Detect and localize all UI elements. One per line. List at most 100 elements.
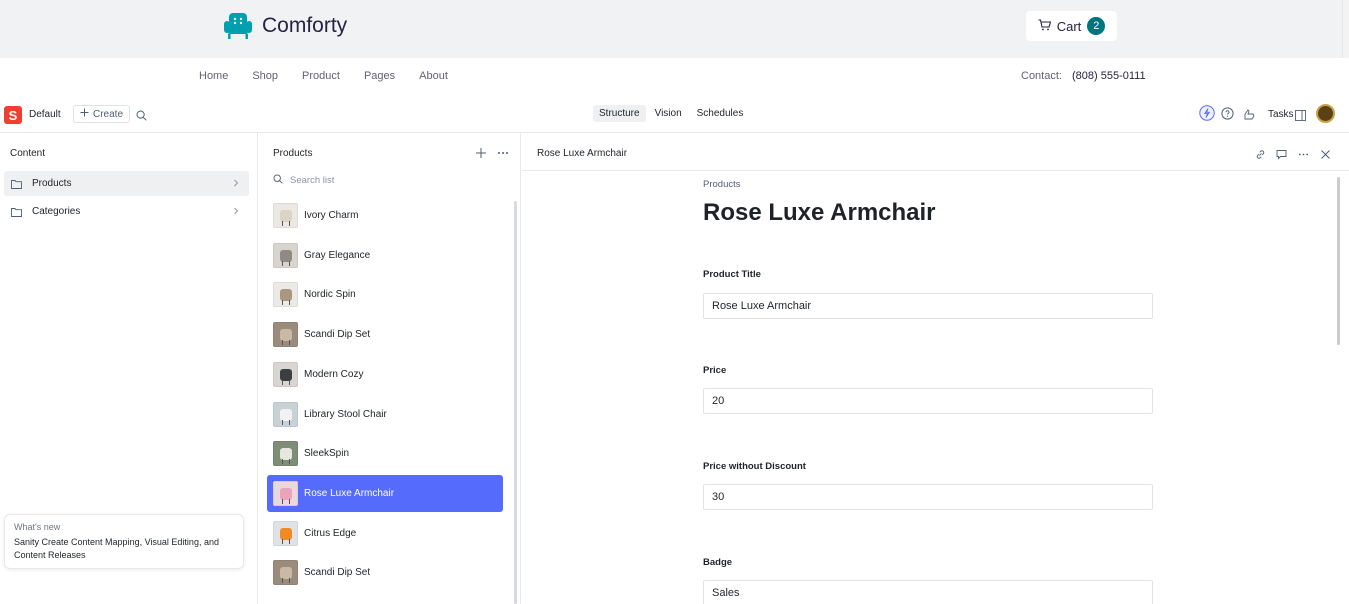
studio-toolbar: S Default Create Structure Vision Schedu… xyxy=(0,96,1349,133)
storefront-topbar: Comforty Cart 2 xyxy=(0,0,1349,58)
hands-icon[interactable] xyxy=(1243,107,1256,125)
cart-icon xyxy=(1038,18,1051,34)
product-thumbnail xyxy=(273,521,298,546)
help-icon[interactable] xyxy=(1221,107,1234,125)
document-title: Rose Luxe Armchair xyxy=(703,199,936,226)
price-without-discount-label: Price without Discount xyxy=(703,461,806,472)
brand-logo[interactable]: Comforty xyxy=(222,11,347,41)
content-pane-title: Content xyxy=(10,148,46,159)
content-item-products[interactable]: Products xyxy=(4,171,249,196)
price-without-discount-input[interactable]: 30 xyxy=(703,484,1153,510)
chevron-right-icon xyxy=(233,179,239,190)
product-title-input[interactable]: Rose Luxe Armchair xyxy=(703,293,1153,319)
document-pane: Rose Luxe Armchair Products Rose Luxe Ar… xyxy=(522,133,1349,604)
product-name: SleekSpin xyxy=(304,448,350,459)
user-avatar[interactable] xyxy=(1316,104,1335,123)
product-thumbnail xyxy=(273,441,298,466)
product-name: Ivory Charm xyxy=(304,210,359,221)
product-list-item[interactable]: Scandi Dip Set xyxy=(267,554,503,591)
product-name: Gray Elegance xyxy=(304,250,371,261)
list-scrollbar[interactable] xyxy=(514,201,517,604)
whats-new-title: What's new xyxy=(14,522,61,532)
search-list-input[interactable]: Search list xyxy=(273,174,334,187)
product-list-item[interactable]: Gray Elegance xyxy=(267,237,503,274)
product-thumbnail xyxy=(273,560,298,585)
product-list-item[interactable]: SleekSpin xyxy=(267,435,503,472)
product-name: Scandi Dip Set xyxy=(304,567,371,578)
search-icon xyxy=(273,174,283,187)
content-item-label: Products xyxy=(32,178,72,189)
product-thumbnail xyxy=(273,362,298,387)
more-icon[interactable] xyxy=(1298,147,1309,165)
content-item-label: Categories xyxy=(32,206,81,217)
search-placeholder: Search list xyxy=(290,175,335,186)
product-list-item[interactable]: Ivory Charm xyxy=(267,197,503,234)
product-list-item[interactable]: Nordic Spin xyxy=(267,276,503,313)
products-pane: Products Search list Ivory Charm Gray Ele… xyxy=(259,133,521,604)
product-name: Citrus Edge xyxy=(304,528,357,539)
product-list-item[interactable]: Modern Cozy xyxy=(267,356,503,393)
tab-structure[interactable]: Structure xyxy=(593,105,646,122)
product-list-item[interactable]: Scandi Dip Set xyxy=(267,316,503,353)
product-name: Rose Luxe Armchair xyxy=(304,488,395,499)
price-label: Price xyxy=(703,365,727,376)
lightning-icon[interactable] xyxy=(1199,105,1215,126)
cart-button[interactable]: Cart 2 xyxy=(1026,11,1117,41)
nav-link-home[interactable]: Home xyxy=(199,70,228,82)
sanity-workspace-icon[interactable]: S xyxy=(4,106,22,124)
nav-link-pages[interactable]: Pages xyxy=(364,70,395,82)
content-pane: Content Products Categories What's new S… xyxy=(0,133,258,604)
breadcrumb[interactable]: Products xyxy=(703,179,741,190)
cart-label: Cart xyxy=(1056,18,1082,34)
search-icon[interactable] xyxy=(136,108,147,126)
product-thumbnail xyxy=(273,203,298,228)
more-icon[interactable] xyxy=(497,146,509,164)
tasks-button[interactable]: Tasks xyxy=(1268,109,1294,120)
product-list-item[interactable]: Rose Luxe Armchair xyxy=(267,475,503,512)
product-name: Library Stool Chair xyxy=(304,409,387,420)
panel-icon[interactable] xyxy=(1295,108,1306,126)
badge-input[interactable]: Sales xyxy=(703,580,1153,604)
whats-new-card[interactable]: What's new Sanity Create Content Mapping… xyxy=(4,514,244,569)
product-thumbnail xyxy=(273,282,298,307)
document-header-title: Rose Luxe Armchair xyxy=(537,148,628,159)
tab-schedules[interactable]: Schedules xyxy=(691,105,750,122)
chevron-right-icon xyxy=(233,207,239,218)
product-list-item[interactable]: Citrus Edge xyxy=(267,515,503,552)
nav-link-about[interactable]: About xyxy=(419,70,448,82)
contact-phone[interactable]: (808) 555-0111 xyxy=(1072,70,1146,82)
product-title-label: Product Title xyxy=(703,269,761,280)
create-button[interactable]: Create xyxy=(73,105,131,123)
folder-icon xyxy=(11,179,22,189)
product-name: Nordic Spin xyxy=(304,289,356,300)
tab-vision[interactable]: Vision xyxy=(649,105,688,122)
plus-icon xyxy=(80,108,89,120)
nav-link-shop[interactable]: Shop xyxy=(252,70,278,82)
divider xyxy=(522,170,1349,171)
product-name: Scandi Dip Set xyxy=(304,329,371,340)
product-list-item[interactable]: Library Stool Chair xyxy=(267,396,503,433)
create-label: Create xyxy=(93,108,124,120)
folder-icon xyxy=(11,207,22,217)
content-item-categories[interactable]: Categories xyxy=(4,199,249,224)
comment-icon[interactable] xyxy=(1276,147,1287,165)
products-pane-title: Products xyxy=(273,148,313,159)
badge-label: Badge xyxy=(703,557,733,568)
whats-new-body: Sanity Create Content Mapping, Visual Ed… xyxy=(14,537,219,560)
link-icon[interactable] xyxy=(1255,147,1266,165)
contact-label: Contact: xyxy=(1021,70,1062,82)
product-thumbnail xyxy=(273,402,298,427)
add-icon[interactable] xyxy=(475,146,487,164)
document-scrollbar[interactable] xyxy=(1337,177,1340,345)
cart-count-badge: 2 xyxy=(1087,17,1106,35)
price-input[interactable]: 20 xyxy=(703,388,1153,414)
product-name: Modern Cozy xyxy=(304,369,364,380)
close-icon[interactable] xyxy=(1320,147,1331,165)
product-thumbnail xyxy=(273,322,298,347)
armchair-logo-icon xyxy=(222,11,254,41)
brand-name: Comforty xyxy=(262,14,348,37)
nav-link-product[interactable]: Product xyxy=(302,70,340,82)
tool-tabs: Structure Vision Schedules xyxy=(593,105,749,122)
product-thumbnail xyxy=(273,243,298,268)
workspace-name[interactable]: Default xyxy=(29,109,61,120)
